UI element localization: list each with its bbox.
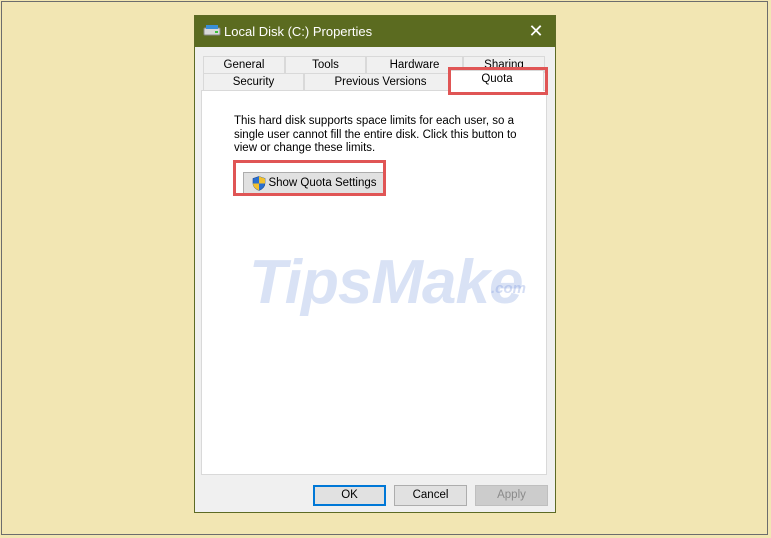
- watermark-suffix: .com: [491, 280, 527, 297]
- tab-previous-versions[interactable]: Previous Versions: [304, 73, 457, 90]
- cancel-button[interactable]: Cancel: [394, 485, 467, 506]
- show-quota-settings-label: Show Quota Settings: [268, 177, 377, 189]
- close-button[interactable]: ✕: [525, 20, 547, 42]
- ok-button[interactable]: OK: [313, 485, 386, 506]
- uac-shield-icon: [253, 175, 266, 191]
- watermark-text: TipsMake: [249, 248, 523, 317]
- tab-general[interactable]: General: [203, 56, 285, 73]
- show-quota-settings-button[interactable]: Show Quota Settings: [243, 172, 386, 194]
- apply-button[interactable]: Apply: [475, 485, 548, 506]
- quota-description: This hard disk supports space limits for…: [234, 115, 517, 154]
- tab-hardware[interactable]: Hardware: [366, 56, 463, 73]
- tab-security[interactable]: Security: [203, 73, 304, 90]
- watermark: TipsMake .com: [249, 247, 539, 317]
- tab-tools[interactable]: Tools: [285, 56, 366, 73]
- drive-icon: [203, 25, 221, 36]
- title-bar[interactable]: Local Disk (C:) Properties ✕: [195, 16, 555, 47]
- quota-panel: This hard disk supports space limits for…: [201, 90, 547, 475]
- tab-quota[interactable]: Quota: [450, 70, 544, 91]
- window-title: Local Disk (C:) Properties: [224, 24, 373, 39]
- properties-dialog: Local Disk (C:) Properties ✕ General Too…: [194, 15, 556, 513]
